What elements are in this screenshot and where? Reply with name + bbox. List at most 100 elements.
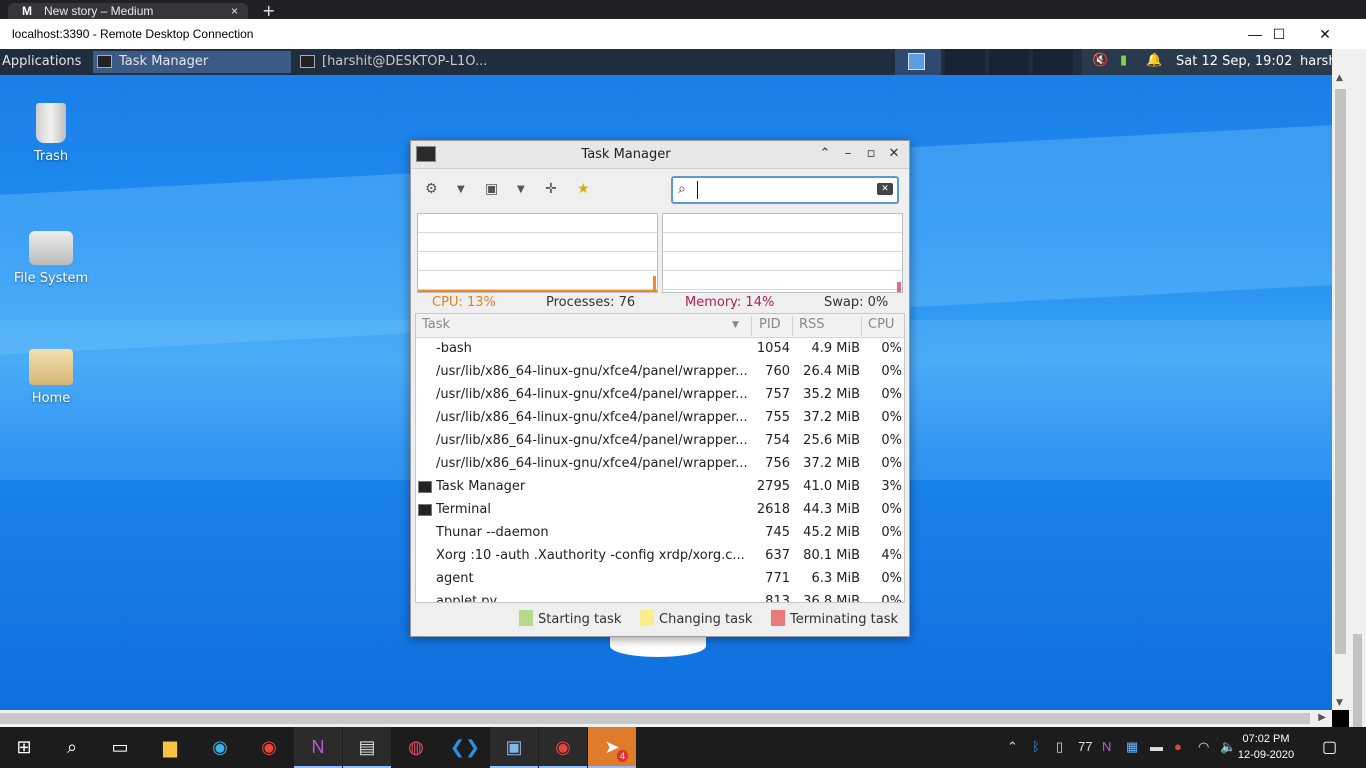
terminal-icon xyxy=(300,55,315,68)
system-clock[interactable]: 07:02 PM 12-09-2020 xyxy=(1236,731,1296,763)
workspace-1[interactable] xyxy=(908,53,925,70)
search-box[interactable]: ⌕ ✕ xyxy=(671,176,899,204)
file-explorer-icon[interactable]: ▆ xyxy=(146,727,194,768)
table-row[interactable]: Thunar --daemon 745 45.2 MiB 0% xyxy=(416,522,904,545)
task-manager-titlebar[interactable]: Task Manager ⌃ – ▫ ✕ xyxy=(411,141,909,169)
star-icon[interactable]: ★ xyxy=(577,181,590,197)
speaker-icon[interactable]: 🔈 xyxy=(1220,739,1236,755)
column-pid[interactable]: PID xyxy=(759,317,781,332)
panel-user[interactable]: harshit xyxy=(1300,49,1332,75)
row-name: applet.py xyxy=(436,594,498,603)
rdp-vertical-scrollbar[interactable]: ▲ ▼ xyxy=(1332,49,1349,710)
panel-task-terminal[interactable]: [harshit@DESKTOP-L1O... xyxy=(296,51,496,73)
scroll-thumb[interactable] xyxy=(0,713,1310,724)
action-center-icon[interactable]: ▢ xyxy=(1322,737,1337,757)
table-row[interactable]: /usr/lib/x86_64-linux-gnu/xfce4/panel/wr… xyxy=(416,453,904,476)
close-tab-icon[interactable]: × xyxy=(231,3,238,19)
telegram-icon[interactable]: ➤ 4 xyxy=(588,727,636,768)
notification-app-icon[interactable]: ● xyxy=(1174,739,1182,754)
minimize-button[interactable]: – xyxy=(840,146,856,162)
crosshair-icon[interactable]: ✛ xyxy=(545,181,557,197)
table-row[interactable]: Terminal 2618 44.3 MiB 0% xyxy=(416,499,904,522)
row-cpu: 0% xyxy=(881,594,902,603)
scroll-down-icon[interactable]: ▼ xyxy=(1336,698,1343,708)
row-cpu: 3% xyxy=(881,479,902,494)
battery-icon[interactable]: ▮ xyxy=(1120,53,1127,68)
sort-chevron-down-icon[interactable]: ▼ xyxy=(732,320,739,330)
table-row[interactable]: /usr/lib/x86_64-linux-gnu/xfce4/panel/wr… xyxy=(416,430,904,453)
new-tab-icon[interactable]: + xyxy=(262,1,275,20)
row-pid: 2618 xyxy=(756,502,790,517)
desktop-icon-trash[interactable]: Trash xyxy=(6,103,96,164)
power-icon[interactable]: ▬ xyxy=(1150,739,1163,754)
browser-tab[interactable]: M New story – Medium × xyxy=(8,3,248,19)
table-row[interactable]: /usr/lib/x86_64-linux-gnu/xfce4/panel/wr… xyxy=(416,407,904,430)
table-row[interactable]: /usr/lib/x86_64-linux-gnu/xfce4/panel/wr… xyxy=(416,361,904,384)
settings-icon[interactable]: ⚙ xyxy=(425,181,438,197)
row-pid: 771 xyxy=(765,571,790,586)
scroll-thumb[interactable] xyxy=(1335,89,1346,654)
table-row[interactable]: applet.py 813 36.8 MiB 0% xyxy=(416,591,904,603)
volume-muted-icon[interactable]: 🔇 xyxy=(1092,53,1108,68)
workspace-switcher[interactable] xyxy=(895,49,941,75)
terminal-icon[interactable]: ▤ xyxy=(343,727,391,768)
row-cpu: 0% xyxy=(881,341,902,356)
table-row[interactable]: Task Manager 2795 41.0 MiB 3% xyxy=(416,476,904,499)
column-rss[interactable]: RSS xyxy=(799,317,825,332)
bluetooth-icon[interactable]: ᛒ xyxy=(1032,739,1040,754)
legend-swatch xyxy=(640,610,654,626)
chrome-icon[interactable]: ◉ xyxy=(245,727,293,768)
table-row[interactable]: Xorg :10 -auth .Xauthority -config xrdp/… xyxy=(416,545,904,568)
clear-search-icon[interactable]: ✕ xyxy=(877,183,893,195)
legend-terminating: Terminating task xyxy=(771,610,898,627)
rdp-close-button[interactable]: ✕ xyxy=(1302,23,1348,45)
column-task[interactable]: Task xyxy=(422,317,450,332)
vscode-icon[interactable]: ❮❯ xyxy=(441,727,489,768)
battery-icon[interactable]: ▯ xyxy=(1056,739,1063,755)
table-row[interactable]: -bash 1054 4.9 MiB 0% xyxy=(416,338,904,361)
row-cpu: 4% xyxy=(881,548,902,563)
search-icon[interactable]: ⌕ xyxy=(48,727,96,768)
paint-icon[interactable]: ◍ xyxy=(392,727,440,768)
panel-task-task-manager[interactable]: Task Manager xyxy=(93,51,291,73)
desktop-icon-home[interactable]: Home xyxy=(6,345,96,406)
row-cpu: 0% xyxy=(881,571,902,586)
chevron-down-icon[interactable]: ▼ xyxy=(457,184,465,195)
onenote-icon[interactable]: N xyxy=(294,727,342,768)
table-row[interactable]: agent 771 6.3 MiB 0% xyxy=(416,568,904,591)
applications-menu[interactable]: Applications xyxy=(2,49,81,75)
meet-icon[interactable]: ▦ xyxy=(1126,739,1138,755)
browser-vertical-scrollbar[interactable] xyxy=(1349,49,1366,754)
bell-icon[interactable]: 🔔 xyxy=(1146,53,1162,68)
chevron-up-icon[interactable]: ⌃ xyxy=(1007,739,1018,755)
row-rss: 26.4 MiB xyxy=(803,364,860,379)
rdp-horizontal-scrollbar[interactable]: ▶ xyxy=(0,710,1332,727)
task-view-icon[interactable]: ▭ xyxy=(96,727,144,768)
process-table: Task ▼ PID RSS CPU -bash 1054 4.9 MiB 0% /us… xyxy=(415,313,905,603)
start-button[interactable]: ⊞ xyxy=(0,727,48,768)
shade-button[interactable]: ⌃ xyxy=(817,146,833,162)
chevron-down-icon[interactable]: ▼ xyxy=(517,184,525,195)
desktop-icon-file-system[interactable]: File System xyxy=(6,225,96,286)
edge-icon[interactable]: ◉ xyxy=(196,727,244,768)
scroll-up-icon[interactable]: ▲ xyxy=(1336,73,1343,83)
panel-clock[interactable]: Sat 12 Sep, 19:02 xyxy=(1176,49,1292,75)
onenote-tray-icon[interactable]: N xyxy=(1102,739,1111,754)
chrome-alt-icon[interactable]: ◉ xyxy=(539,727,587,768)
row-pid: 813 xyxy=(765,594,790,603)
row-name: Task Manager xyxy=(436,479,526,494)
column-cpu[interactable]: CPU xyxy=(868,317,894,332)
maximize-button[interactable]: ▫ xyxy=(863,146,879,162)
view-icon[interactable]: ▣ xyxy=(485,181,498,197)
close-button[interactable]: ✕ xyxy=(886,146,902,162)
row-rss: 36.8 MiB xyxy=(803,594,860,603)
table-row[interactable]: /usr/lib/x86_64-linux-gnu/xfce4/panel/wr… xyxy=(416,384,904,407)
scroll-right-icon[interactable]: ▶ xyxy=(1318,712,1326,723)
task-manager-window: Task Manager ⌃ – ▫ ✕ ⚙ ▼ ▣ ▼ ✛ ★ ⌕ ✕ CPU… xyxy=(410,140,910,637)
search-input[interactable] xyxy=(697,181,873,199)
wifi-icon[interactable]: ◠ xyxy=(1198,739,1209,755)
row-cpu: 0% xyxy=(881,433,902,448)
task-legend: Starting task Changing task Terminating … xyxy=(411,607,909,629)
remote-desktop-icon[interactable]: ▣ xyxy=(490,727,538,768)
rdp-maximize-button[interactable]: ☐ xyxy=(1256,23,1302,45)
